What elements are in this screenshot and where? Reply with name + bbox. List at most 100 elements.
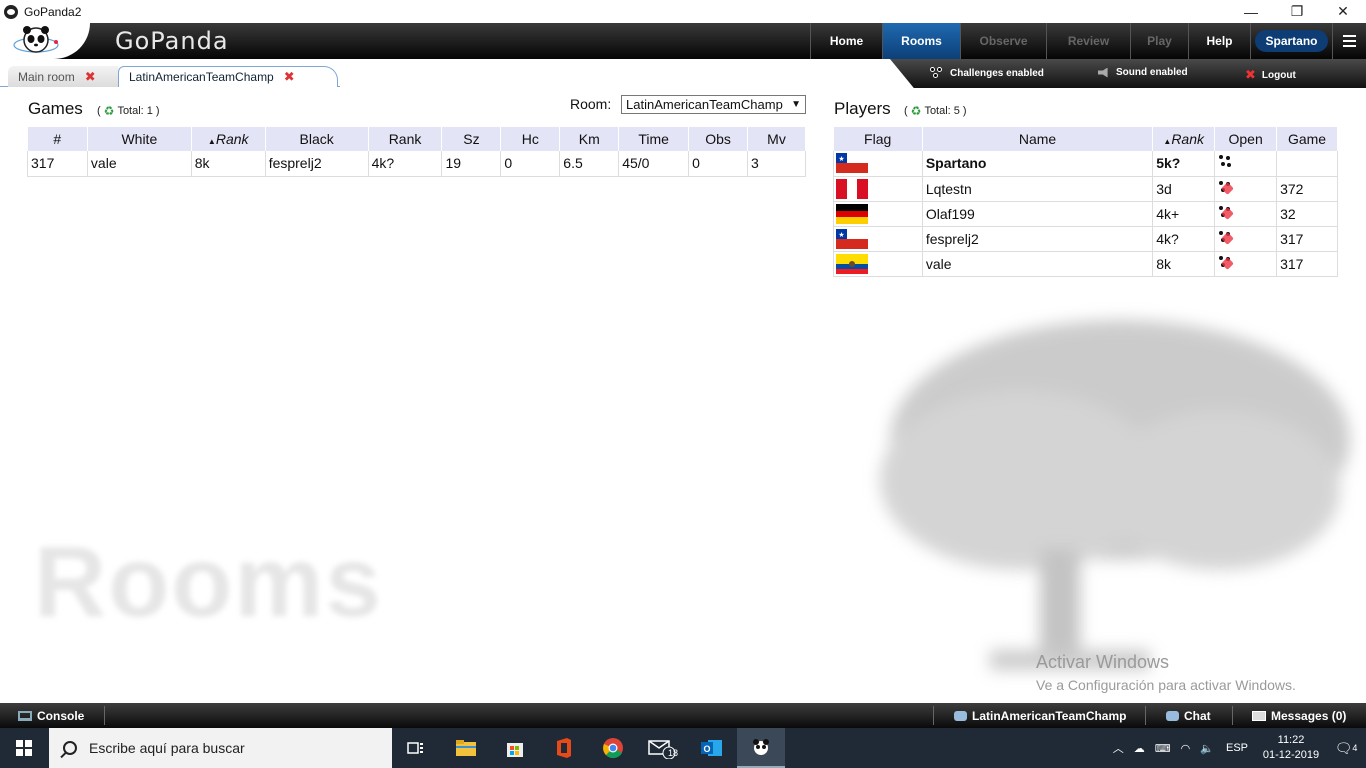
panda-app-icon <box>4 4 18 19</box>
logout-icon: ✖ <box>1245 67 1256 82</box>
germany-flag-icon <box>836 203 868 224</box>
table-row[interactable]: 317 vale 8k fesprelj2 4k? 19 0 6.5 45/0 … <box>27 151 806 177</box>
outlook-icon[interactable]: O <box>688 728 736 768</box>
dropdown-arrow-icon: ▼ <box>791 99 801 110</box>
table-row[interactable]: ★ Spartano 5k? <box>833 151 1338 177</box>
task-view-icon[interactable] <box>392 728 440 768</box>
clock[interactable]: 11:22 01-12-2019 <box>1256 733 1326 763</box>
office-icon[interactable] <box>540 728 588 768</box>
cloud-icon[interactable]: ☁ <box>1134 742 1145 755</box>
col-black-rank[interactable]: Rank <box>368 127 443 151</box>
user-menu[interactable]: Spartano <box>1250 23 1332 59</box>
tab-label: LatinAmericanTeamChamp <box>129 70 274 84</box>
games-table: # White ▲Rank Black Rank Sz Hc Km Time O… <box>27 127 806 177</box>
chat-button[interactable]: Chat <box>1166 703 1211 728</box>
col-flag[interactable]: Flag <box>833 127 923 151</box>
col-rank[interactable]: ▲Rank <box>1152 127 1216 151</box>
svg-text:O: O <box>703 744 710 754</box>
nav-home[interactable]: Home <box>810 23 882 59</box>
busy-stones-icon <box>1218 229 1233 245</box>
nav-help[interactable]: Help <box>1188 23 1250 59</box>
col-black[interactable]: Black <box>265 127 369 151</box>
ecuador-flag-icon <box>836 253 868 274</box>
sound-toggle[interactable]: Sound enabled <box>1098 67 1188 78</box>
wifi-icon[interactable]: ◠ <box>1181 742 1191 755</box>
chrome-icon[interactable] <box>589 728 637 768</box>
col-game[interactable]: Game <box>1276 127 1338 151</box>
mail-icon[interactable]: 18 <box>638 728 686 768</box>
search-icon <box>63 741 77 755</box>
windows-taskbar: Escribe aquí para buscar 18 O ︿ ☁ ⌨ ◠ 🔈 … <box>0 728 1366 768</box>
games-title: Games <box>28 99 83 118</box>
close-tab-icon[interactable]: ✖ <box>85 69 96 85</box>
username: Spartano <box>1255 30 1328 52</box>
notification-center-icon[interactable]: 🗨 4 <box>1326 740 1366 757</box>
table-row[interactable]: Lqtestn 3d 372 <box>833 176 1338 202</box>
speaker-icon <box>1098 67 1108 78</box>
nav-play[interactable]: Play <box>1130 23 1188 59</box>
gopanda-taskbar-icon[interactable] <box>737 728 785 768</box>
volume-icon[interactable]: 🔈 <box>1200 742 1214 755</box>
chat-bubble-icon <box>1166 710 1179 721</box>
col-handicap[interactable]: Hc <box>500 127 561 151</box>
room-select[interactable]: LatinAmericanTeamChamp ▼ <box>621 95 806 114</box>
tab-label: Main room <box>18 69 75 84</box>
window-titlebar: GoPanda2 — ❐ ✕ <box>0 0 1366 23</box>
table-row[interactable]: Olaf199 4k+ 32 <box>833 201 1338 227</box>
col-size[interactable]: Sz <box>441 127 502 151</box>
tab-latin-american-team-champ[interactable]: LatinAmericanTeamChamp ✖ <box>118 66 338 87</box>
room-tabs: Main room ✖ LatinAmericanTeamChamp ✖ Cha… <box>0 59 1366 88</box>
col-white-rank[interactable]: ▲Rank <box>191 127 266 151</box>
console-button[interactable]: Console <box>18 703 84 728</box>
tab-main-room[interactable]: Main room ✖ <box>8 66 118 87</box>
table-row[interactable]: vale 8k 317 <box>833 251 1338 277</box>
chile-flag-icon: ★ <box>836 153 868 174</box>
peru-flag-icon <box>836 178 868 199</box>
rooms-watermark: Rooms <box>34 526 383 638</box>
col-observers[interactable]: Obs <box>688 127 749 151</box>
close-button[interactable]: ✕ <box>1320 0 1366 23</box>
col-name[interactable]: Name <box>922 127 1154 151</box>
taskbar-search[interactable]: Escribe aquí para buscar <box>49 728 392 768</box>
col-komi[interactable]: Km <box>559 127 620 151</box>
hamburger-menu-icon[interactable] <box>1332 23 1366 59</box>
language-indicator[interactable]: ESP <box>1226 742 1248 754</box>
logout-button[interactable]: ✖ Logout <box>1245 67 1296 83</box>
file-explorer-icon[interactable] <box>442 728 490 768</box>
challenges-toggle[interactable]: Challenges enabled <box>930 67 1044 79</box>
refresh-icon[interactable]: ♻ <box>104 104 115 118</box>
minimize-button[interactable]: — <box>1228 0 1274 23</box>
activate-windows-notice: Activar Windows Ve a Configuración para … <box>1036 652 1296 693</box>
table-row[interactable]: ★ fesprelj2 4k? 317 <box>833 226 1338 252</box>
store-icon[interactable] <box>491 728 539 768</box>
svg-text:★: ★ <box>838 155 844 163</box>
nav-review[interactable]: Review <box>1046 23 1130 59</box>
window-title: GoPanda2 <box>24 4 82 19</box>
nav-rooms[interactable]: Rooms <box>882 23 960 59</box>
room-chat-button[interactable]: LatinAmericanTeamChamp <box>954 703 1126 728</box>
col-time[interactable]: Time <box>618 127 690 151</box>
busy-stones-icon <box>1218 254 1233 270</box>
start-button[interactable] <box>0 728 48 768</box>
status-strip: Challenges enabled Sound enabled ✖ Logou… <box>890 59 1366 88</box>
bottom-bar: Console LatinAmericanTeamChamp Chat Mess… <box>0 703 1366 728</box>
chat-bubble-icon <box>954 710 967 721</box>
chevron-up-icon[interactable]: ︿ <box>1113 740 1124 756</box>
col-moves[interactable]: Mv <box>747 127 806 151</box>
tree-background-icon <box>880 320 1350 670</box>
refresh-icon[interactable]: ♻ <box>911 104 922 118</box>
stones-icon <box>930 67 944 79</box>
monitor-icon <box>18 710 32 721</box>
ime-icon[interactable]: ⌨ <box>1155 742 1171 755</box>
col-number[interactable]: # <box>27 127 88 151</box>
col-open[interactable]: Open <box>1214 127 1278 151</box>
app-header: GoPanda Home Rooms Observe Review Play H… <box>0 23 1366 59</box>
col-white[interactable]: White <box>87 127 192 151</box>
nav-observe[interactable]: Observe <box>960 23 1046 59</box>
mail-badge: 18 <box>668 748 679 758</box>
envelope-icon <box>1252 710 1266 721</box>
close-tab-icon[interactable]: ✖ <box>284 69 295 85</box>
maximize-button[interactable]: ❐ <box>1274 0 1320 23</box>
busy-stones-icon <box>1218 204 1233 220</box>
messages-button[interactable]: Messages (0) <box>1252 703 1346 728</box>
